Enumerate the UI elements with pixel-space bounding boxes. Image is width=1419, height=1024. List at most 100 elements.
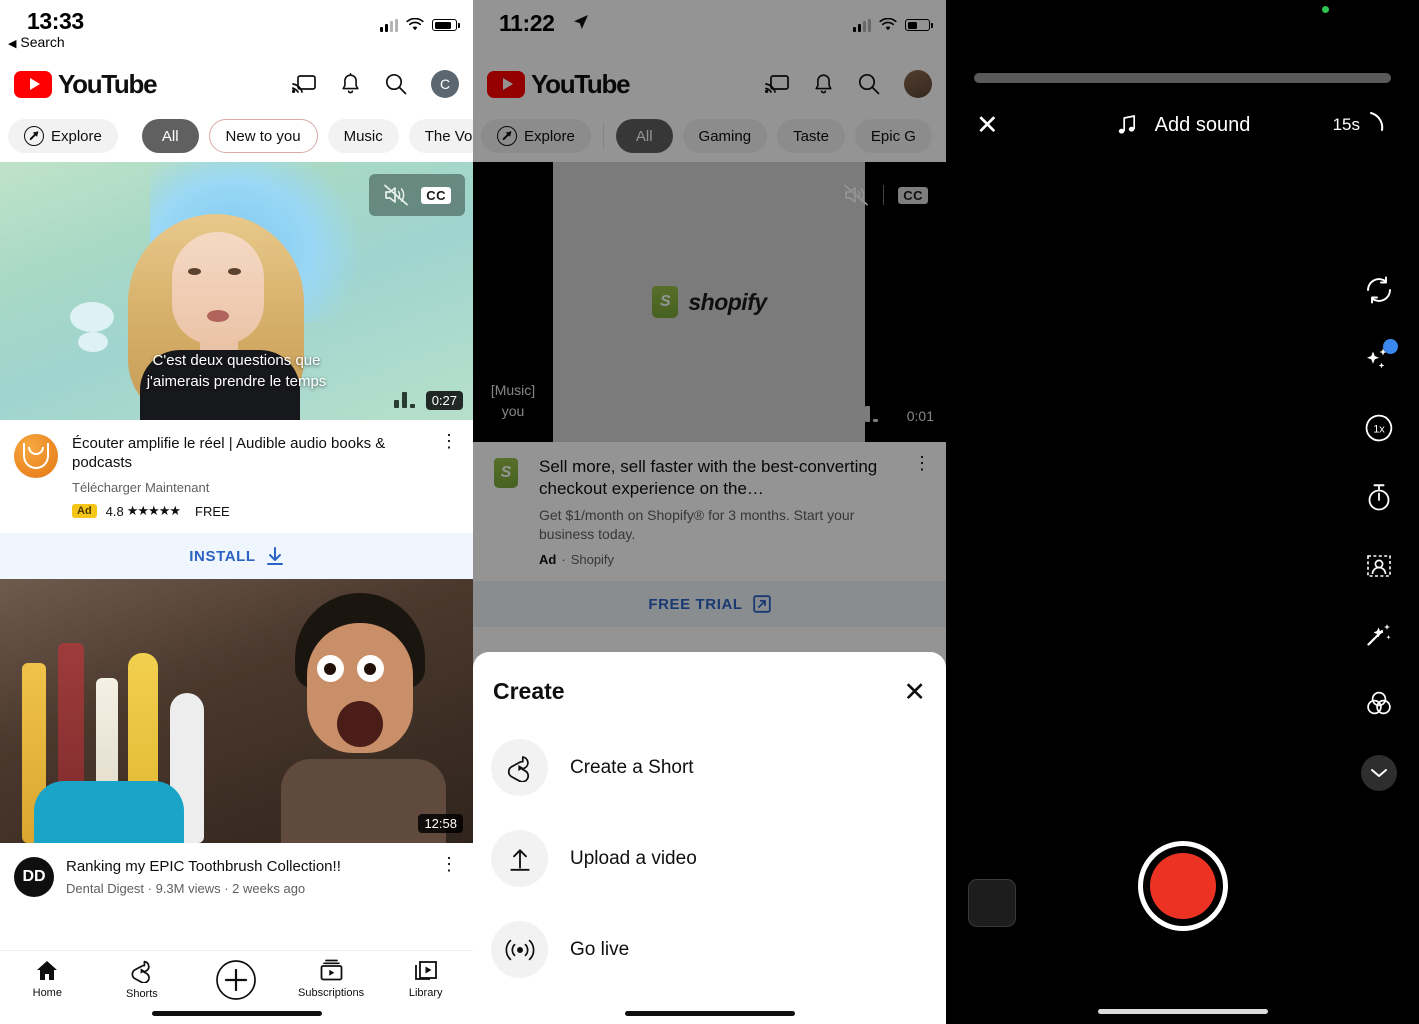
shopify-bag-icon (652, 286, 679, 318)
shopify-bag-icon (494, 458, 518, 488)
duration-label: 15s (1332, 115, 1360, 134)
sheet-title: Create (493, 678, 565, 704)
ad-meta: Ad · Shopify (539, 552, 898, 567)
cc-badge[interactable]: CC (898, 186, 928, 204)
youtube-logo[interactable]: YouTube (14, 69, 158, 100)
ad-badge: Ad (72, 504, 97, 518)
sheet-item-go-live[interactable]: Go live (491, 921, 928, 978)
duration-selector[interactable]: 15s (1333, 108, 1397, 142)
record-button[interactable] (1137, 841, 1228, 931)
green-screen-icon[interactable] (1361, 548, 1397, 584)
free-trial-button[interactable]: FREE TRIAL (473, 581, 946, 627)
camera-tools-sidebar[interactable]: 1x (1361, 272, 1398, 791)
thumbnail-eye (228, 268, 241, 275)
kebab-icon[interactable]: ⋮ (439, 855, 459, 873)
thumbnail-eye (188, 268, 201, 275)
battery-icon (905, 19, 933, 31)
thumbnail-hand (34, 781, 184, 843)
download-icon (266, 546, 283, 565)
back-to-search-link[interactable]: ◀ Search (8, 34, 65, 50)
collapse-chevron-down-icon[interactable] (1361, 755, 1397, 791)
chip-music[interactable]: Music (327, 119, 399, 153)
free-trial-label: FREE TRIAL (648, 595, 743, 613)
chip-gaming[interactable]: Gaming (682, 119, 768, 153)
caption-line-2: you (501, 403, 525, 419)
tab-shorts[interactable]: Shorts (95, 959, 190, 1000)
ad-separator: · (561, 552, 566, 567)
tab-subscriptions[interactable]: Subscriptions (284, 959, 379, 999)
speed-1x-icon[interactable]: 1x (1361, 410, 1397, 446)
video-thumbnail-toothbrush[interactable]: 12:58 (0, 579, 473, 843)
category-chip-row[interactable]: Explore All Gaming Taste Epic G (473, 110, 946, 162)
video-thumbnail-ad[interactable]: CC C'est deux questions que j'aimerais p… (0, 162, 473, 420)
cast-icon[interactable] (292, 74, 316, 94)
mute-icon[interactable] (843, 184, 869, 206)
panel-youtube-home-light: 13:33 ◀ Search YouTube C Explore All New… (0, 0, 473, 1024)
close-icon[interactable]: ✕ (976, 112, 999, 139)
caption-line-2: j'aimerais prendre le temps (146, 373, 327, 390)
video-meta: Dental Digest · 9.3M views · 2 weeks ago (66, 881, 306, 896)
youtube-logo[interactable]: YouTube (487, 69, 631, 100)
effects-icon[interactable] (1361, 339, 1398, 377)
cast-icon[interactable] (765, 74, 789, 94)
channel-avatar[interactable]: DD (14, 857, 54, 897)
video-title[interactable]: Ranking my EPIC Toothbrush Collection!! (66, 857, 427, 876)
kebab-icon[interactable]: ⋮ (912, 454, 932, 567)
retouch-wand-icon[interactable] (1361, 617, 1397, 653)
sheet-item-create-short[interactable]: Create a Short (491, 739, 928, 796)
search-icon[interactable] (858, 73, 880, 95)
panel-shorts-camera: ✕ Add sound 15s 1x (946, 0, 1419, 1024)
close-icon[interactable]: ✕ (903, 678, 926, 705)
bell-icon[interactable] (813, 73, 834, 96)
caption-line-1: [Music] (490, 382, 536, 398)
avatar[interactable] (904, 70, 932, 98)
flip-camera-icon[interactable] (1361, 272, 1397, 308)
thumbnail-overlay-controls[interactable]: CC (369, 174, 465, 216)
thumbnail-overlay-controls[interactable]: CC (843, 184, 928, 206)
ad-subtitle: Télécharger Maintenant (72, 480, 210, 495)
cc-badge[interactable]: CC (421, 186, 451, 204)
sheet-item-upload-video[interactable]: Upload a video (491, 830, 928, 887)
avatar[interactable]: C (431, 70, 459, 98)
chip-epic-games[interactable]: Epic G (854, 119, 932, 153)
bell-icon[interactable] (340, 72, 361, 96)
chip-new-to-you[interactable]: New to you (208, 119, 318, 153)
shorts-icon (131, 960, 150, 983)
category-chip-row[interactable]: Explore All New to you Music The Voi (0, 110, 473, 162)
install-button[interactable]: INSTALL (0, 533, 473, 579)
chip-all[interactable]: All (615, 119, 673, 153)
ad-text-block: Sell more, sell faster with the best-con… (539, 456, 898, 567)
battery-icon (432, 19, 460, 31)
status-indicators (853, 18, 933, 32)
search-icon[interactable] (385, 73, 407, 95)
app-bar-actions (765, 70, 932, 98)
chip-all[interactable]: All (141, 119, 199, 153)
chip-label: All (635, 127, 653, 145)
chip-explore[interactable]: Explore (481, 119, 591, 153)
add-sound-label: Add sound (1154, 113, 1251, 136)
location-arrow-icon (574, 15, 588, 29)
chip-label: Explore (524, 127, 575, 145)
mute-icon[interactable] (383, 184, 409, 206)
video-thumbnail-shopify[interactable]: shopify [Music] you CC 0:01 (473, 162, 946, 442)
shorts-icon (491, 739, 548, 796)
gallery-thumbnail-button[interactable] (968, 879, 1016, 927)
chip-taste[interactable]: Taste (777, 119, 845, 153)
create-bottom-sheet: Create ✕ Create a Short Upload a video G… (473, 652, 946, 1024)
filters-icon[interactable] (1361, 686, 1397, 722)
broadcast-icon (491, 921, 548, 978)
add-sound-button[interactable]: Add sound (1115, 113, 1251, 137)
sheet-item-label: Upload a video (570, 847, 697, 869)
tab-home[interactable]: Home (0, 959, 95, 999)
timer-icon[interactable] (1361, 479, 1397, 515)
tab-library[interactable]: Library (378, 959, 473, 999)
tab-create[interactable] (189, 959, 284, 1001)
ad-title[interactable]: Sell more, sell faster with the best-con… (539, 456, 898, 500)
thumbnail-cloud (70, 302, 114, 332)
chip-the-voice[interactable]: The Voi (408, 119, 473, 153)
subscriptions-icon (320, 959, 342, 981)
cellular-signal-icon (853, 18, 871, 32)
ad-title[interactable]: Écouter amplifie le réel | Audible audio… (72, 434, 425, 472)
kebab-icon[interactable]: ⋮ (439, 432, 459, 519)
chip-explore[interactable]: Explore (8, 119, 118, 153)
